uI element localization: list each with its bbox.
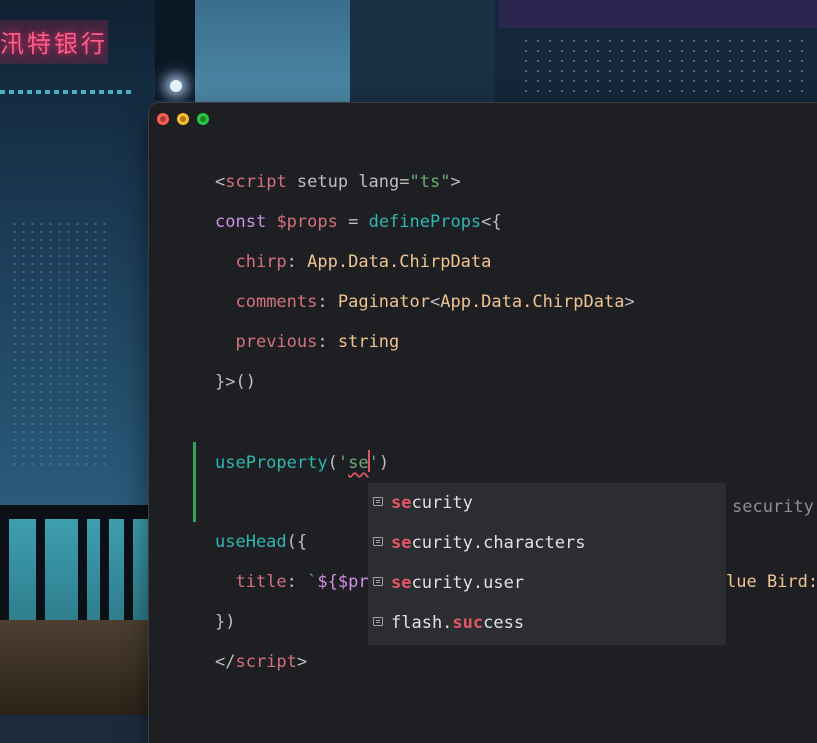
token-tag-name: script [225,172,287,192]
token-tag-name: script [235,652,297,672]
completion-rest: curity.user [411,573,525,593]
completion-item[interactable]: security.characters [368,523,726,563]
token-quote: ' [337,453,349,473]
building-center [350,0,500,110]
completion-item[interactable]: flash.success [368,603,726,643]
token-attributes: setup lang= [286,172,410,192]
completion-match: suc [452,613,484,633]
completion-rest: cess [483,613,525,633]
minimize-button[interactable] [177,113,189,125]
token-attr-value: "ts" [409,172,451,192]
maximize-icon [200,116,206,122]
code-line-9: title: `${$pr [215,570,369,594]
completion-match: se [391,533,412,553]
token-close-bracket: > [450,172,461,192]
completion-label: security.user [391,571,524,595]
token-punct: > [624,292,635,312]
token-keyword: const [215,212,267,232]
completion-label: security [391,491,473,515]
token-colon: : [317,292,338,312]
property-icon [373,497,383,506]
railing-top [0,505,152,519]
token-colon: : [286,252,308,272]
token-close-bracket: > [296,652,308,672]
token-colon: : [286,572,308,592]
completion-item[interactable]: security.user [368,563,726,603]
token-operator: = [337,212,369,232]
token-open-bracket: < [215,172,226,192]
token-function: defineProps [368,212,482,232]
code-line-11: </script> [215,650,307,674]
building-windows-left [10,220,110,470]
code-line-10: }) [215,612,236,632]
property-icon [373,577,383,586]
completion-rest: curity.characters [411,533,586,553]
token-quote: ' [368,453,379,473]
token-variable: $props [276,212,338,232]
completion-rest: curity [411,493,473,513]
vcs-change-marker [193,442,196,522]
code-line-6: }>() [215,372,256,392]
token-type: Paginator [337,292,430,312]
token-type: App.Data.ChirpData [307,252,492,272]
property-icon [373,537,383,546]
code-line-7: useProperty('se') [215,450,389,474]
token-backtick: ` [307,572,318,592]
completion-prefix: flash. [391,613,453,633]
completion-label: flash.success [391,611,524,635]
maximize-button[interactable] [197,113,209,125]
code-line-5: previous: string [215,330,399,354]
token-function: useProperty [215,453,328,473]
property-icon [373,617,383,626]
token-template: ${$pr [317,572,369,592]
token-punct: < [429,292,441,312]
completion-match: se [391,573,412,593]
token-property: chirp [235,252,287,272]
token-property: previous [235,332,318,352]
inline-completion-hint: security [726,495,817,519]
code-line-1: <script setup lang="ts"> [215,170,461,194]
building-mid [195,0,355,110]
close-button[interactable] [157,113,169,125]
completion-label: security.characters [391,531,585,555]
token-function: useHead [215,532,287,552]
token-property: title [235,572,287,592]
close-icon [160,116,166,122]
street-lamp [170,80,182,92]
token-colon: : [317,332,338,352]
completion-item[interactable]: security [368,483,726,523]
code-line-4: comments: Paginator<App.Data.ChirpData> [215,290,635,314]
code-line-8: useHead({ [215,530,307,554]
token-type: App.Data.ChirpData [440,292,625,312]
completion-popup[interactable]: security security.characters security.us… [368,483,726,645]
building-roof [498,0,817,28]
neon-strip [0,90,135,94]
editor-window: <script setup lang="ts"> const $props = … [149,103,817,743]
building-windows [520,36,810,96]
token-type: string [337,332,400,352]
token-punct: ({ [286,532,308,552]
token-typed-string: se [348,453,369,473]
token-open-bracket: </ [215,652,236,672]
token-punct: ) [378,453,390,473]
code-line-3: chirp: App.Data.ChirpData [215,250,491,274]
token-punct: ( [327,453,338,473]
token-property: comments [235,292,318,312]
neon-sign-text: 汛特银行 [0,30,108,58]
token-punct: <{ [481,212,502,232]
code-overflow-text: lue Bird: [726,572,817,592]
balcony-floor [0,620,152,715]
completion-match: se [391,493,412,513]
minimize-icon [180,116,186,122]
code-line-2: const $props = defineProps<{ [215,210,502,234]
